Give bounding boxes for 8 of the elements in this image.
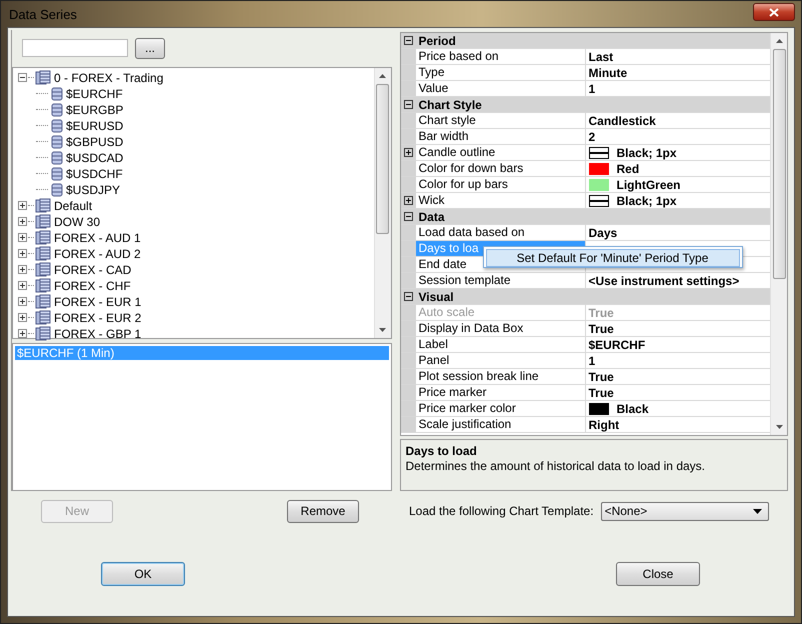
description-text: Determines the amount of historical data to load in days. bbox=[406, 459, 706, 474]
category-label: Data bbox=[418, 210, 445, 224]
category-label: Visual bbox=[418, 290, 454, 304]
category-label: Period bbox=[418, 34, 456, 48]
template-label: Load the following Chart Template: bbox=[409, 504, 594, 518]
description-title: Days to load bbox=[406, 444, 478, 458]
window-title: Data Series bbox=[8, 6, 77, 22]
category-label: Chart Style bbox=[418, 98, 482, 112]
